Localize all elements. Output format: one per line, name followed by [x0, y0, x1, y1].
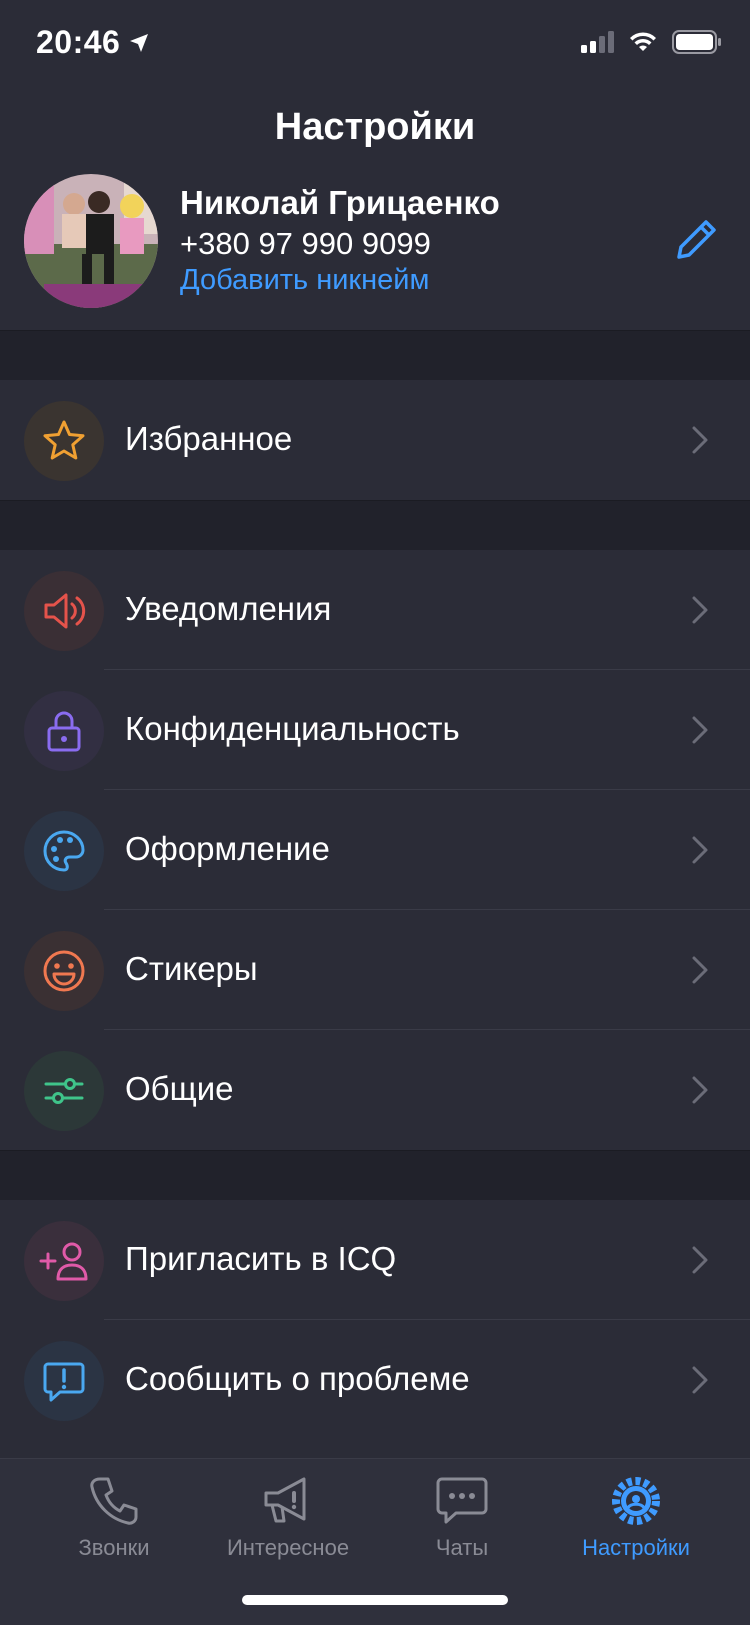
menu-item-favorites[interactable]: Избранное [0, 380, 750, 500]
pencil-icon [677, 220, 716, 259]
chevron-right-icon [692, 956, 708, 984]
avatar[interactable] [24, 174, 158, 308]
report-icon-circle [24, 1341, 104, 1421]
add-user-icon [39, 1242, 88, 1281]
menu-item-label: Избранное [125, 420, 293, 457]
menu-item-stickers[interactable]: Стикеры [0, 910, 750, 1030]
section-gap [0, 330, 750, 381]
palette-icon [43, 830, 85, 872]
menu-item-label: Стикеры [125, 950, 258, 987]
phone-icon [90, 1477, 138, 1525]
profile-card[interactable]: Николай Грицаенко +380 97 990 9099 Добав… [0, 170, 750, 330]
tab-discover[interactable]: Интересное [198, 1471, 378, 1581]
megaphone-icon [264, 1477, 306, 1523]
smiley-icon [43, 950, 85, 992]
notifications-icon-circle [24, 571, 104, 651]
speaker-icon [44, 593, 86, 629]
chevron-right-icon [692, 716, 708, 744]
tab-label: Интересное [226, 1535, 350, 1560]
tab-bar: Звонки Интересное Чаты Настройки [0, 1458, 750, 1625]
menu-item-appearance[interactable]: Оформление [0, 790, 750, 910]
menu-item-label: Оформление [125, 830, 330, 867]
chevron-right-icon [692, 1076, 708, 1104]
avatar-photo [24, 174, 158, 308]
menu-item-general[interactable]: Общие [0, 1030, 750, 1150]
appearance-icon-circle [24, 811, 104, 891]
menu-item-label: Общие [125, 1070, 234, 1107]
chevron-right-icon [692, 596, 708, 624]
report-bubble-icon [43, 1362, 85, 1402]
chevron-right-icon [692, 1246, 708, 1274]
status-indicators [580, 30, 722, 54]
menu-item-label: Уведомления [125, 590, 332, 627]
tab-label: Настройки [582, 1535, 690, 1560]
edit-profile-button[interactable] [672, 216, 720, 264]
home-indicator[interactable] [242, 1595, 508, 1605]
menu-item-label: Пригласить в ICQ [125, 1240, 397, 1277]
menu-item-label: Конфиденциальность [125, 710, 460, 747]
cellular-signal-icon [581, 31, 614, 53]
status-time-text: 20:46 [36, 24, 121, 60]
status-bar: 20:46 [0, 0, 750, 90]
chevron-right-icon [692, 426, 708, 454]
menu-item-privacy[interactable]: Конфиденциальность [0, 670, 750, 790]
privacy-icon-circle [24, 691, 104, 771]
sliders-icon [44, 1078, 84, 1104]
location-arrow-icon [130, 33, 149, 52]
chevron-right-icon [692, 836, 708, 864]
section-gap [0, 1150, 750, 1201]
chevron-right-icon [692, 1366, 708, 1394]
tab-settings[interactable]: Настройки [546, 1471, 726, 1581]
status-time: 20:46 [36, 24, 150, 61]
section-gap [0, 500, 750, 551]
wifi-icon [630, 32, 656, 51]
general-icon-circle [24, 1051, 104, 1131]
menu-item-notifications[interactable]: Уведомления [0, 550, 750, 670]
chat-bubble-icon [436, 1477, 488, 1524]
add-nickname-link[interactable]: Добавить никнейм [180, 264, 429, 297]
tab-chats[interactable]: Чаты [372, 1471, 552, 1581]
invite-icon-circle [24, 1221, 104, 1301]
menu-item-invite[interactable]: Пригласить в ICQ [0, 1200, 750, 1320]
stickers-icon-circle [24, 931, 104, 1011]
favorites-icon-circle [24, 401, 104, 481]
tab-label: Чаты [435, 1535, 489, 1560]
tab-label: Звонки [78, 1535, 150, 1560]
menu-item-report[interactable]: Сообщить о проблеме [0, 1320, 750, 1440]
tab-calls[interactable]: Звонки [24, 1471, 204, 1581]
battery-icon [672, 30, 721, 54]
star-icon [43, 420, 85, 460]
lock-icon [47, 711, 81, 752]
profile-phone: +380 97 990 9099 [180, 226, 431, 261]
settings-gear-icon [612, 1477, 660, 1525]
profile-name: Николай Грицаенко [180, 184, 500, 221]
page-title: Настройки [274, 106, 476, 148]
menu-item-label: Сообщить о проблеме [125, 1360, 470, 1397]
